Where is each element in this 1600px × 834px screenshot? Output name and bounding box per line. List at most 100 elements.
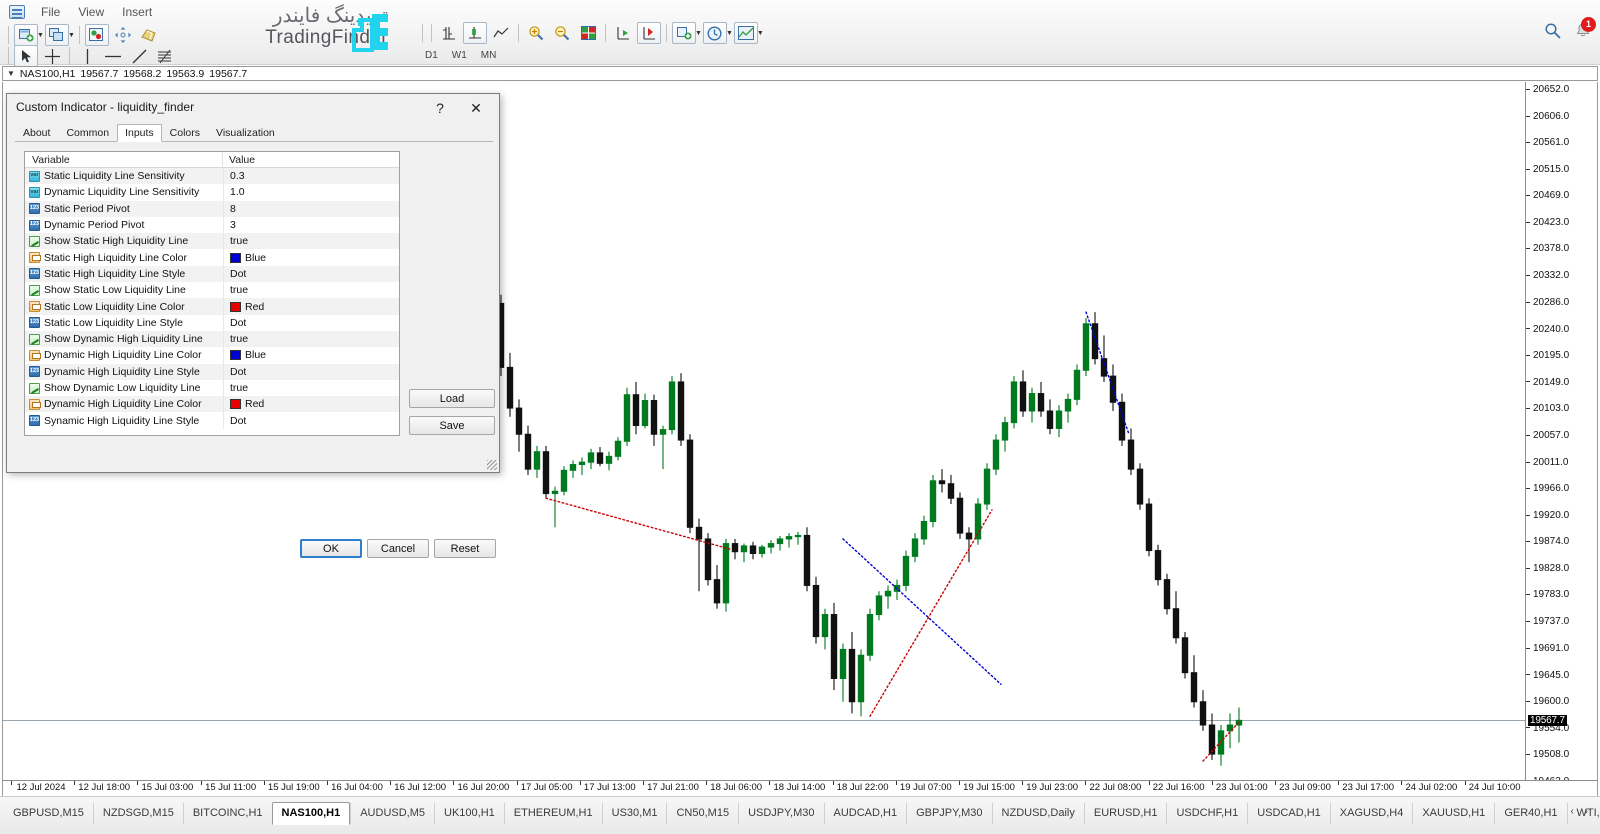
param-value: 1.0 [230,186,245,198]
chart-tab-usdchf[interactable]: USDCHF,H1 [1166,803,1247,824]
chart-tab-audusd[interactable]: AUDUSD,M5 [350,803,434,824]
dialog-tab-visualization[interactable]: Visualization [208,124,283,141]
table-row[interactable]: 123Dynamic High Liquidity Line StyleDot [25,364,399,380]
chart-tab-usdcad[interactable]: USDCAD,H1 [1247,803,1330,824]
table-row[interactable]: 123Dynamic Period Pivot3 [25,217,399,233]
chart-tab-gbpusd[interactable]: GBPUSD,M15 [4,803,93,824]
table-row[interactable]: varDynamic Liquidity Line Sensitivity1.0 [25,184,399,200]
table-row[interactable]: Show Dynamic Low Liquidity Linetrue [25,380,399,396]
param-name: Dynamic Liquidity Line Sensitivity [44,186,199,198]
candlestick-chart-icon[interactable] [463,22,487,44]
chart-tab-cn50[interactable]: CN50,M15 [666,803,738,824]
table-row[interactable]: Show Static High Liquidity Linetrue [25,233,399,249]
inputs-table[interactable]: Variable Value varStatic Liquidity Line … [24,151,400,436]
param-value: Dot [230,415,246,427]
auto-scroll-icon[interactable] [637,22,661,44]
period-w1[interactable]: W1 [445,49,474,62]
table-row[interactable]: Dynamic High Liquidity Line ColorRed [25,396,399,412]
load-button[interactable]: Load [409,389,495,408]
chart-tab-xagusd[interactable]: XAGUSD,H4 [1330,803,1413,824]
new-chart-caret-icon[interactable]: ▼ [37,32,44,39]
chart-tab-nzdsgd[interactable]: NZDSGD,M15 [93,803,183,824]
dialog-tabs: AboutCommonInputsColorsVisualization [15,125,493,142]
fibonacci-icon[interactable] [153,45,177,67]
close-icon[interactable]: ✕ [459,97,493,119]
table-row[interactable]: varStatic Liquidity Line Sensitivity0.3 [25,168,399,184]
time-tick-mark [1022,781,1023,785]
chart-tab-us30[interactable]: US30,M1 [602,803,667,824]
trendline-icon[interactable] [127,45,151,67]
new-order-caret-icon[interactable]: ▼ [68,32,75,39]
table-row[interactable]: 123Static High Liquidity Line StyleDot [25,266,399,282]
time-tick-mark [959,781,960,785]
cancel-button[interactable]: Cancel [367,539,429,558]
table-row[interactable]: Static High Liquidity Line ColorBlue [25,249,399,265]
dialog-tab-common[interactable]: Common [58,124,117,141]
chart-shift-icon[interactable] [611,22,635,44]
time-tick-label: 22 Jul 16:00 [1153,782,1205,793]
indicators-caret-icon[interactable]: ▼ [695,30,702,37]
menu-item-insert[interactable]: Insert [113,3,161,21]
menu-item-view[interactable]: View [69,3,113,21]
tab-scroll-arrows[interactable]: ‹ › [1571,806,1592,817]
horizontal-line-icon[interactable] [101,45,125,67]
line-chart-icon[interactable] [489,22,513,44]
templates-icon[interactable] [734,22,758,44]
table-row[interactable]: 123Synamic High Liquidity Line StyleDot [25,412,399,428]
table-row[interactable]: 123Static Period Pivot8 [25,201,399,217]
chart-tab-nzdusd[interactable]: NZDUSD,Daily [992,803,1084,824]
table-row[interactable]: Static Low Liquidity Line ColorRed [25,298,399,314]
zoom-in-icon[interactable] [524,22,548,44]
periods-icon[interactable] [703,22,727,44]
custom-indicator-dialog[interactable]: Custom Indicator - liquidity_finder ? ✕ … [6,93,500,473]
chart-tab-usdjpy[interactable]: USDJPY,M30 [738,803,823,824]
chart-tab-bitcoinc[interactable]: BITCOINC,H1 [183,803,272,824]
search-icon[interactable] [1544,22,1562,40]
zoom-out-icon[interactable] [550,22,574,44]
period-d1[interactable]: D1 [418,49,445,62]
dialog-title-bar[interactable]: Custom Indicator - liquidity_finder ? ✕ [7,94,499,122]
chart-tab-ger40[interactable]: GER40,H1 [1494,803,1566,824]
time-tick-label: 23 Jul 01:00 [1216,782,1268,793]
chart-tab-nas100[interactable]: NAS100,H1 [272,802,351,825]
dialog-tab-colors[interactable]: Colors [162,124,208,141]
notifications-icon[interactable]: 1 [1574,22,1592,40]
templates-caret-icon[interactable]: ▼ [757,30,764,37]
price-tick: 20332.0 [1526,270,1569,281]
chart-tab-ethereum[interactable]: ETHEREUM,H1 [504,803,602,824]
grid-icon[interactable] [576,22,600,44]
table-row[interactable]: Show Static Low Liquidity Linetrue [25,282,399,298]
chart-tab-eurusd[interactable]: EURUSD,H1 [1084,803,1167,824]
time-tick-label: 19 Jul 07:00 [900,782,952,793]
help-button[interactable]: ? [427,97,453,119]
price-tick: 20103.0 [1526,403,1569,414]
param-value: 3 [230,219,236,231]
table-row[interactable]: Show Dynamic High Liquidity Linetrue [25,331,399,347]
period-mn[interactable]: MN [474,49,504,62]
dialog-tab-inputs[interactable]: Inputs [117,124,162,142]
bar-chart-icon[interactable] [437,22,461,44]
table-row[interactable]: Dynamic High Liquidity Line ColorBlue [25,347,399,363]
chart-tab-audcad[interactable]: AUDCAD,H1 [824,803,907,824]
menu-item-file[interactable]: File [32,3,69,21]
vertical-line-icon[interactable] [75,45,99,67]
chart-tab-strip: GBPUSD,M15NZDSGD,M15BITCOINC,H1NAS100,H1… [4,802,1600,824]
periods-caret-icon[interactable]: ▼ [726,30,733,37]
chart-tab-xauusd[interactable]: XAUUSD,H1 [1412,803,1494,824]
param-name: Static Liquidity Line Sensitivity [44,170,185,182]
crosshair-icon[interactable] [40,45,64,67]
save-button[interactable]: Save [409,416,495,435]
price-axis[interactable]: 20652.020606.020561.020515.020469.020423… [1525,82,1597,794]
chart-tab-uk100[interactable]: UK100,H1 [434,803,504,824]
reset-button[interactable]: Reset [434,539,496,558]
time-axis: 12 Jul 202412 Jul 18:0015 Jul 03:0015 Ju… [2,780,1598,796]
chart-symbol-bar[interactable]: ▼ NAS100,H1 19567.7 19568.2 19563.9 1956… [2,66,1598,81]
indicators-icon[interactable] [672,22,696,44]
table-row[interactable]: 123Static Low Liquidity Line StyleDot [25,315,399,331]
chart-tab-gbpjpy[interactable]: GBPJPY,M30 [906,803,991,824]
dialog-resize-handle[interactable] [487,460,497,470]
cursor-icon[interactable] [14,45,38,67]
dialog-tab-about[interactable]: About [15,124,58,141]
ok-button[interactable]: OK [300,539,362,558]
chevron-down-icon[interactable]: ▼ [7,69,15,78]
